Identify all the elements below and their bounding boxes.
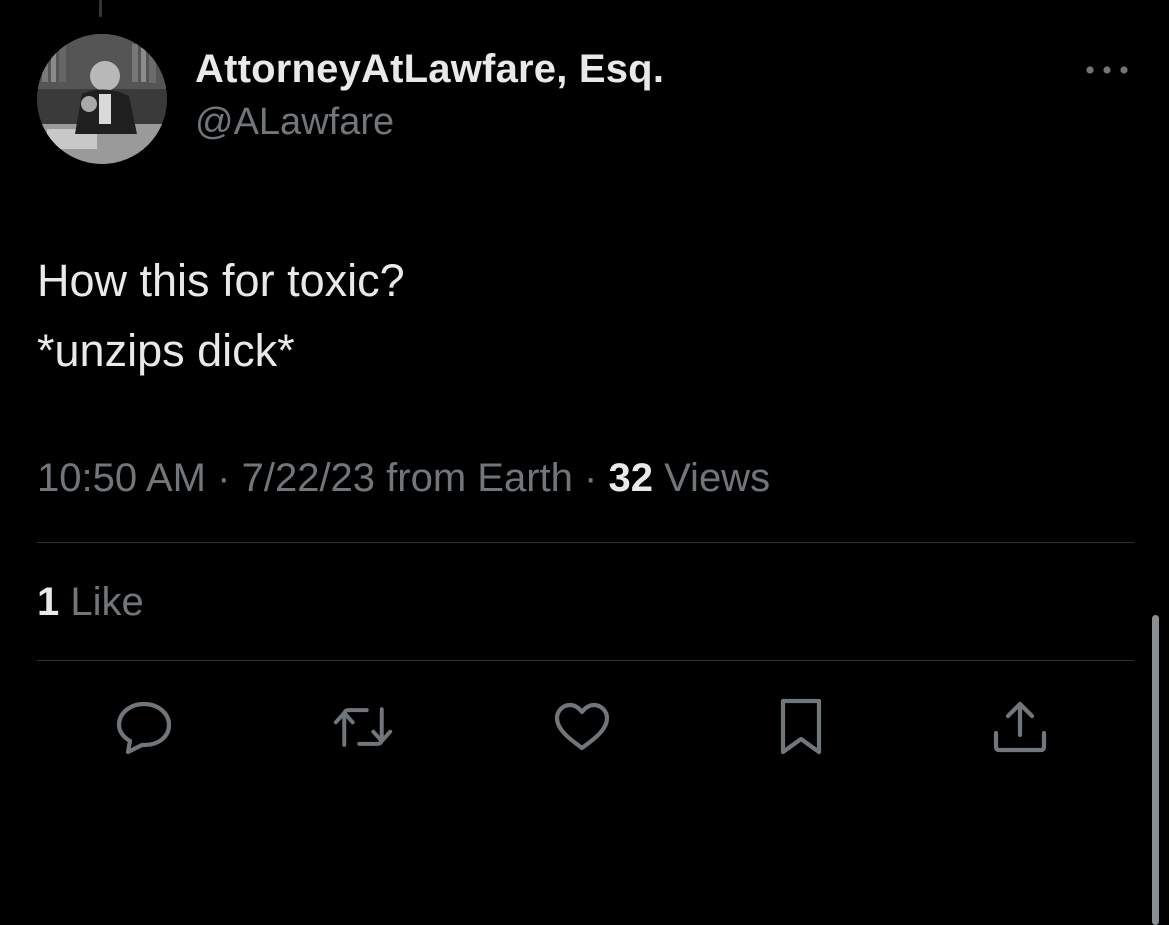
tweet-text: How this for toxic? *unzips dick* <box>37 246 1127 386</box>
retweet-icon <box>333 707 393 747</box>
tweet-date-source[interactable]: 7/22/23 from Earth <box>242 456 573 500</box>
reply-icon <box>116 701 172 754</box>
tweet-metadata: 10:50 AM · 7/22/23 from Earth · 32 Views <box>37 456 770 501</box>
heart-icon <box>554 702 610 751</box>
views-count: 32 <box>608 456 653 500</box>
views-label: Views <box>664 456 771 500</box>
tweet-text-line: How this for toxic? <box>37 255 405 306</box>
like-button[interactable] <box>552 697 612 757</box>
tweet-time[interactable]: 10:50 AM <box>37 456 206 500</box>
thread-connector-line <box>99 0 102 17</box>
retweet-button[interactable] <box>333 697 393 757</box>
avatar[interactable] <box>37 34 167 164</box>
share-button[interactable] <box>990 697 1050 757</box>
reply-button[interactable] <box>114 697 174 757</box>
share-icon <box>993 701 1047 753</box>
meta-separator: · <box>584 456 598 500</box>
divider <box>37 542 1134 543</box>
meta-separator: · <box>217 456 231 500</box>
author-handle[interactable]: @ALawfare <box>195 101 394 144</box>
likes-count: 1 <box>37 580 60 624</box>
more-options-button[interactable] <box>1082 55 1132 85</box>
divider <box>37 660 1134 661</box>
author-display-name[interactable]: AttorneyAtLawfare, Esq. <box>195 47 664 92</box>
tweet-text-line: *unzips dick* <box>37 325 295 376</box>
likes-summary[interactable]: 1 Like <box>37 580 144 625</box>
likes-label: Like <box>70 580 144 624</box>
avatar-photo <box>37 34 167 164</box>
more-icon <box>1086 66 1128 74</box>
bookmark-button[interactable] <box>771 697 831 757</box>
bookmark-icon <box>780 698 822 755</box>
scrollbar[interactable] <box>1152 615 1159 925</box>
